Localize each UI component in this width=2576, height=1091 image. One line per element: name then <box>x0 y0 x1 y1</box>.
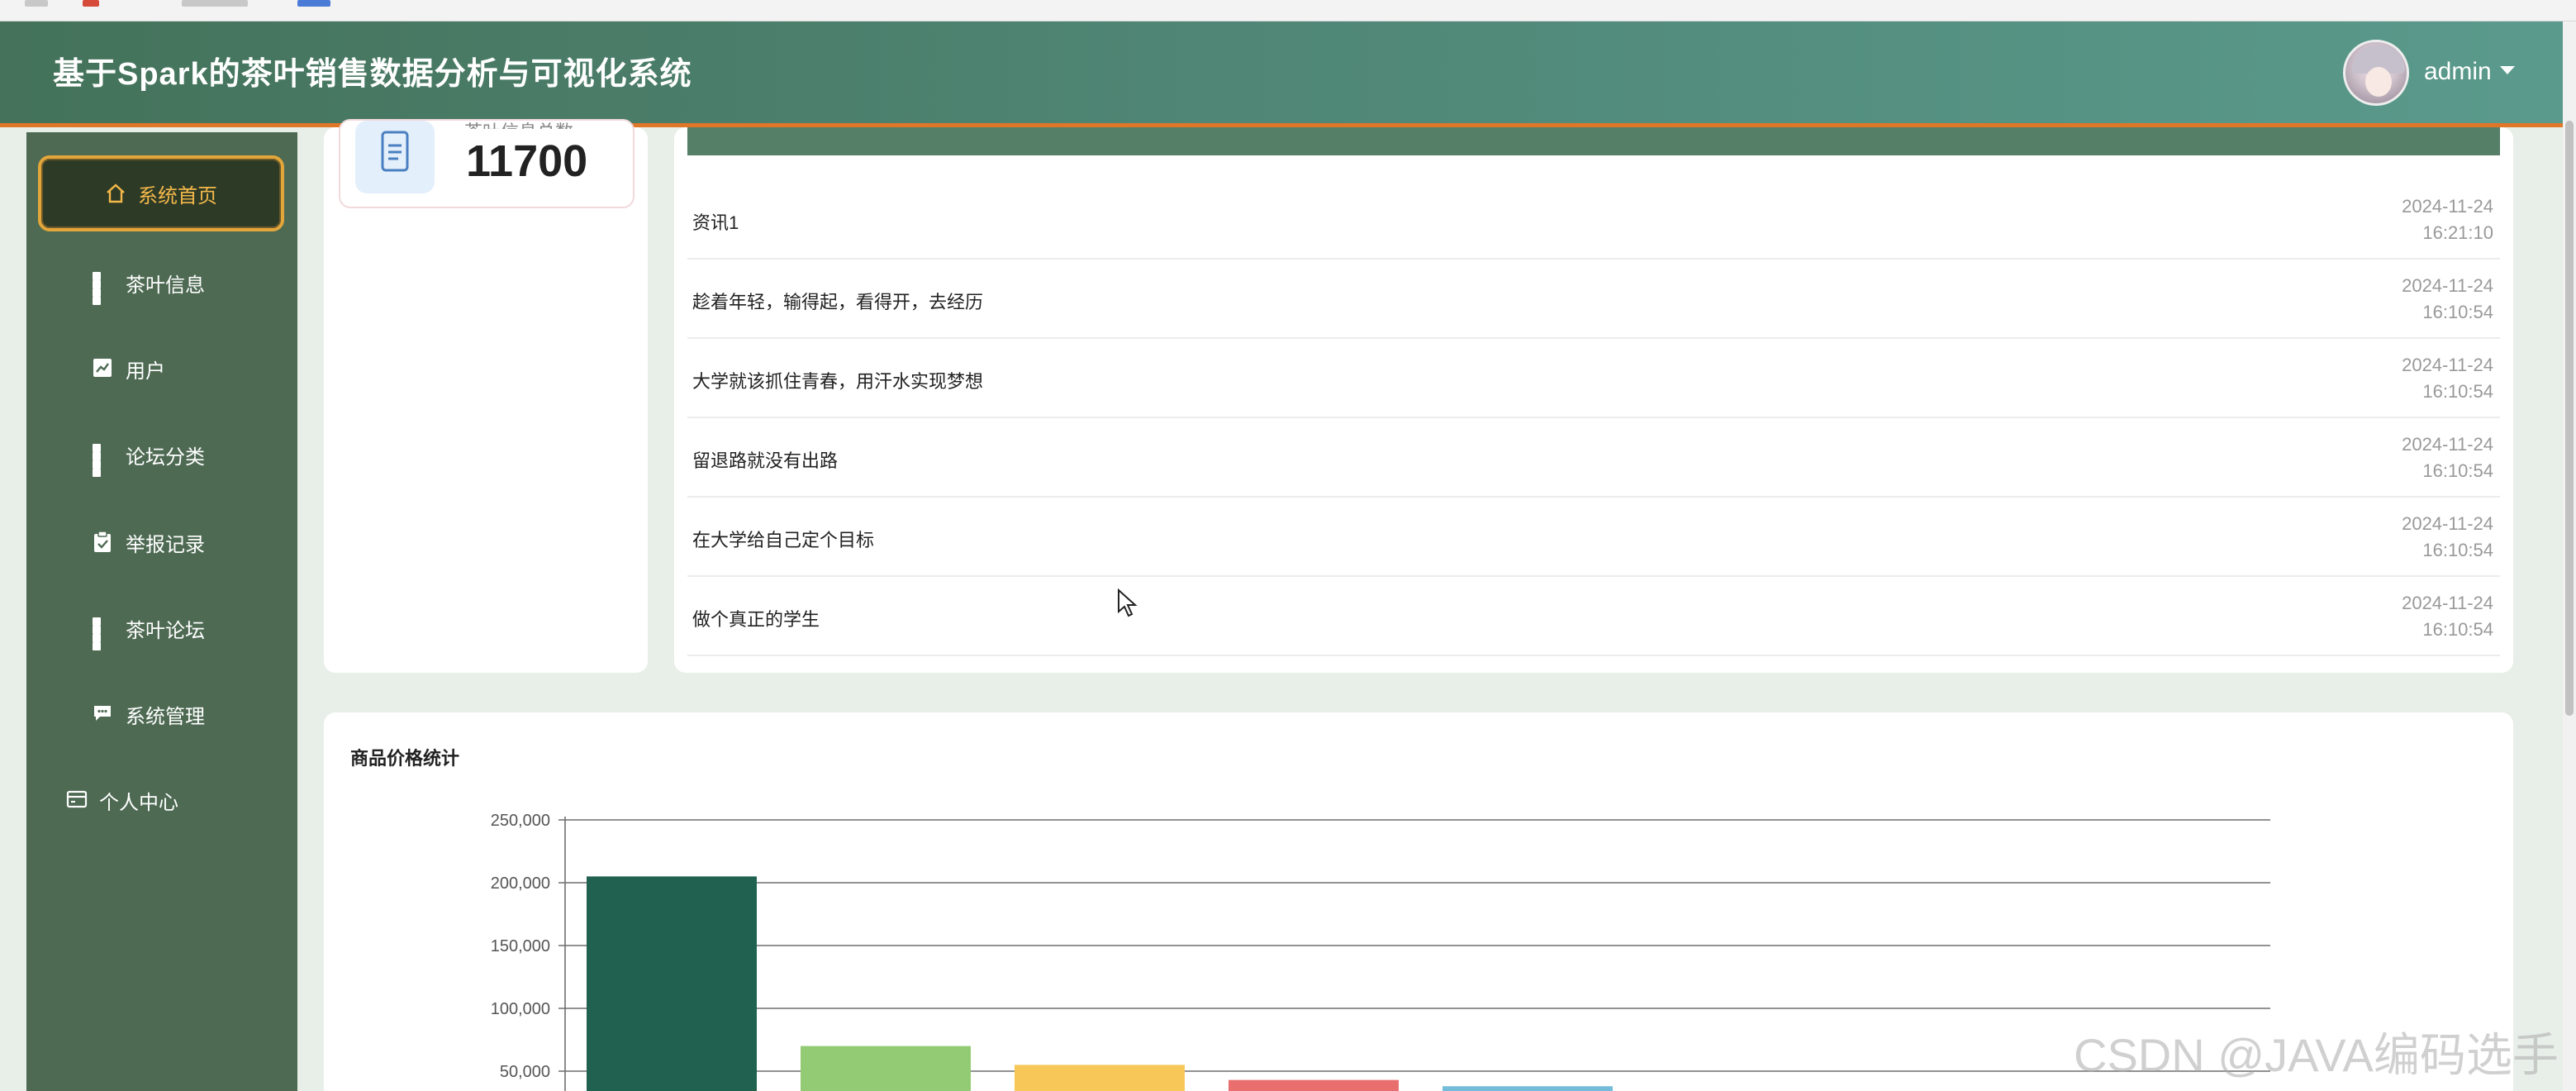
news-row[interactable]: 资讯1 2024-11-24 16:21:10 <box>687 180 2500 260</box>
card-icon <box>66 789 88 811</box>
sidebar-item-label: 举报记录 <box>126 533 205 556</box>
news-time: 16:10:54 <box>2422 619 2493 640</box>
stat-panel: 茶叶信息总数 11700 <box>324 119 648 673</box>
stat-label: 茶叶信息总数 <box>464 117 573 129</box>
sidebar-item-tea-forum[interactable]: 茶叶论坛 <box>38 592 286 665</box>
news-time: 16:10:54 <box>2422 302 2493 322</box>
news-time: 16:10:54 <box>2422 381 2493 402</box>
scrollbar-thumb[interactable] <box>2565 121 2574 716</box>
bar <box>1229 1079 1399 1091</box>
news-header-band <box>687 127 2500 155</box>
sidebar-item-label: 茶叶信息 <box>126 274 205 297</box>
avatar[interactable] <box>2343 40 2409 106</box>
news-time: 16:21:10 <box>2422 222 2493 243</box>
mouse-cursor-icon <box>1117 588 1138 622</box>
bar <box>1015 1065 1185 1091</box>
news-row[interactable]: 在大学给自己定个目标 2024-11-24 16:10:54 <box>687 498 2500 577</box>
news-timestamp: 2024-11-24 16:10:54 <box>2402 273 2493 326</box>
news-title[interactable]: 趁着年轻，输得起，看得开，去经历 <box>692 288 983 314</box>
sidebar-item-label: 用户 <box>126 360 165 383</box>
sidebar: 系统首页 茶叶信息 用户 论坛分类 举报记录 茶叶论坛 系统管理 个人中心 <box>26 132 297 1091</box>
news-date: 2024-11-24 <box>2402 434 2493 455</box>
news-title[interactable]: 大学就该抓住青春，用汗水实现梦想 <box>692 367 983 393</box>
news-panel: 资讯1 2024-11-24 16:21:10 趁着年轻，输得起，看得开，去经历 … <box>674 127 2513 673</box>
browser-icon <box>25 0 48 7</box>
chart-icon <box>93 358 114 379</box>
avatar-face <box>2365 67 2392 97</box>
sidebar-item-forum-category[interactable]: 论坛分类 <box>38 418 286 491</box>
news-date: 2024-11-24 <box>2402 275 2493 296</box>
stat-card: 茶叶信息总数 11700 <box>339 119 634 208</box>
grid-icon <box>93 444 114 477</box>
news-title[interactable]: 资讯1 <box>692 208 739 235</box>
sidebar-item-label: 个人中心 <box>99 791 178 814</box>
news-date: 2024-11-24 <box>2402 513 2493 534</box>
stat-value: 11700 <box>466 136 588 186</box>
browser-tab[interactable] <box>182 0 248 7</box>
browser-strip <box>0 0 2576 21</box>
news-row[interactable]: 留退路就没有出路 2024-11-24 16:10:54 <box>687 418 2500 498</box>
news-date: 2024-11-24 <box>2402 196 2493 217</box>
news-timestamp: 2024-11-24 16:10:54 <box>2402 511 2493 564</box>
sidebar-item-label: 茶叶论坛 <box>126 619 205 642</box>
sidebar-item-reports[interactable]: 举报记录 <box>38 506 286 579</box>
sidebar-item-users[interactable]: 用户 <box>38 332 286 405</box>
page-scrollbar[interactable] <box>2563 21 2576 1091</box>
news-row[interactable]: 大学就该抓住青春，用汗水实现梦想 2024-11-24 16:10:54 <box>687 339 2500 418</box>
app-header: 基于Spark的茶叶销售数据分析与可视化系统 admin <box>0 21 2563 127</box>
news-row[interactable]: 趁着年轻，输得起，看得开，去经历 2024-11-24 16:10:54 <box>687 260 2500 339</box>
sidebar-item-tea-info[interactable]: 茶叶信息 <box>38 246 286 319</box>
clipboard-icon <box>93 531 114 553</box>
news-timestamp: 2024-11-24 16:10:54 <box>2402 590 2493 643</box>
y-tick-label: 50,000 <box>500 1063 550 1081</box>
message-icon <box>93 703 114 725</box>
grid-icon <box>93 272 114 305</box>
news-timestamp: 2024-11-24 16:10:54 <box>2402 352 2493 405</box>
y-tick-label: 200,000 <box>491 874 550 893</box>
app-title: 基于Spark的茶叶销售数据分析与可视化系统 <box>53 57 692 92</box>
sidebar-item-label: 论坛分类 <box>126 445 205 469</box>
bar <box>1442 1086 1613 1091</box>
news-date: 2024-11-24 <box>2402 355 2493 375</box>
news-title[interactable]: 做个真正的学生 <box>692 605 820 631</box>
chevron-down-icon[interactable] <box>2500 66 2515 74</box>
sidebar-item-label: 系统管理 <box>126 705 205 728</box>
bar <box>801 1046 971 1091</box>
sidebar-item-profile[interactable]: 个人中心 <box>38 764 286 836</box>
news-date: 2024-11-24 <box>2402 593 2493 613</box>
news-title[interactable]: 留退路就没有出路 <box>692 446 838 473</box>
sidebar-item-label: 系统首页 <box>138 184 217 207</box>
username[interactable]: admin <box>2424 58 2492 86</box>
home-icon <box>105 183 126 204</box>
browser-icon <box>83 0 99 7</box>
grid-icon <box>93 617 114 650</box>
sidebar-item-home[interactable]: 系统首页 <box>38 155 284 231</box>
sidebar-item-system[interactable]: 系统管理 <box>38 678 286 750</box>
news-time: 16:10:54 <box>2422 460 2493 481</box>
document-icon <box>355 121 435 193</box>
news-title[interactable]: 在大学给自己定个目标 <box>692 526 874 552</box>
news-time: 16:10:54 <box>2422 540 2493 560</box>
y-tick-label: 100,000 <box>491 1000 550 1018</box>
watermark: CSDN @JAVA编码选手 <box>2074 1029 2559 1081</box>
browser-icon <box>297 0 330 7</box>
news-timestamp: 2024-11-24 16:10:54 <box>2402 431 2493 484</box>
news-row[interactable]: 做个真正的学生 2024-11-24 16:10:54 <box>687 577 2500 656</box>
y-tick-label: 150,000 <box>491 937 550 955</box>
news-timestamp: 2024-11-24 16:21:10 <box>2402 193 2493 246</box>
y-tick-label: 250,000 <box>491 812 550 830</box>
bar <box>587 876 757 1091</box>
